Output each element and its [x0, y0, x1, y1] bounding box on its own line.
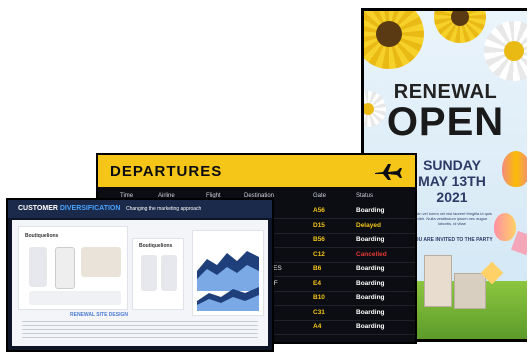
poster-year: 2021	[436, 189, 468, 205]
departure-status: Boarding	[356, 323, 385, 330]
airplane-icon	[375, 164, 402, 180]
mockup-title: Boutiquelions	[139, 243, 173, 249]
fashion-model-image	[141, 255, 157, 291]
slide-subtitle: Changing the marketing approach	[126, 206, 202, 212]
board-title: DEPARTURES	[110, 163, 223, 180]
product-row	[29, 291, 121, 305]
slide-caption: RENEWAL SITE DESIGN	[70, 312, 128, 318]
mockup-title: Boutiquelions	[25, 233, 59, 239]
sunflower-icon	[484, 21, 527, 81]
departure-gate: E4	[313, 279, 321, 287]
presentation-slide-display: CUSTOMER DIVERSIFICATION Changing the ma…	[6, 198, 274, 352]
departure-gate: D15	[313, 221, 325, 229]
poster-title-open: OPEN	[386, 100, 505, 144]
board-header: DEPARTURES	[98, 155, 415, 187]
departure-status: Boarding	[356, 279, 385, 287]
departure-status: Delayed	[356, 221, 381, 229]
slide-brand-title: CUSTOMER DIVERSIFICATION	[18, 205, 120, 212]
fashion-model-image	[55, 247, 75, 289]
departure-status: Boarding	[356, 265, 385, 272]
departure-gate: A56	[313, 207, 325, 214]
departure-status: Boarding	[356, 308, 385, 316]
departure-gate: C31	[313, 308, 325, 316]
poster-date: MAY 13TH	[418, 173, 486, 189]
column-header: Gate	[313, 193, 327, 199]
fashion-model-image	[161, 255, 177, 291]
departure-status: Boarding	[356, 236, 385, 243]
hot-air-balloon-icon	[502, 151, 527, 187]
website-mockup: Boutiquelions	[18, 226, 128, 310]
departure-gate: C12	[313, 250, 325, 258]
departure-gate: B56	[313, 236, 325, 243]
poster-invite-text: YOU ARE INVITED TO THE PARTY	[411, 237, 493, 243]
sunflower-icon	[434, 11, 486, 43]
column-header: Status	[356, 193, 374, 199]
departure-gate: B10	[313, 294, 325, 301]
hot-air-balloon-icon	[494, 213, 516, 241]
departure-status: Boarding	[356, 207, 385, 214]
mobile-mockup: Boutiquelions	[132, 238, 184, 310]
slide-page: Boutiquelions Boutiquelions RENEWAL SITE…	[12, 220, 268, 346]
building-icon	[424, 255, 452, 307]
slide-body-text-lines	[22, 321, 258, 339]
brand-title-accent: DIVERSIFICATION	[59, 205, 121, 212]
departure-gate: B6	[313, 265, 322, 272]
departure-gate: A4	[313, 323, 322, 330]
sunflower-icon	[364, 11, 424, 69]
departure-status: Cancelled	[356, 250, 387, 258]
area-chart-graphic	[197, 251, 259, 311]
poster-day: SUNDAY	[423, 157, 481, 173]
poster-fine-print: Proin vel lorem vel nisl laoreet fringil…	[412, 211, 492, 226]
fashion-model-image	[29, 247, 47, 287]
chart-card	[192, 230, 264, 316]
product-image	[81, 247, 121, 277]
building-icon	[454, 273, 486, 309]
brand-title-part: CUSTOMER	[18, 205, 60, 212]
departure-status: Boarding	[356, 294, 385, 301]
slide-topbar: CUSTOMER DIVERSIFICATION Changing the ma…	[8, 200, 272, 218]
